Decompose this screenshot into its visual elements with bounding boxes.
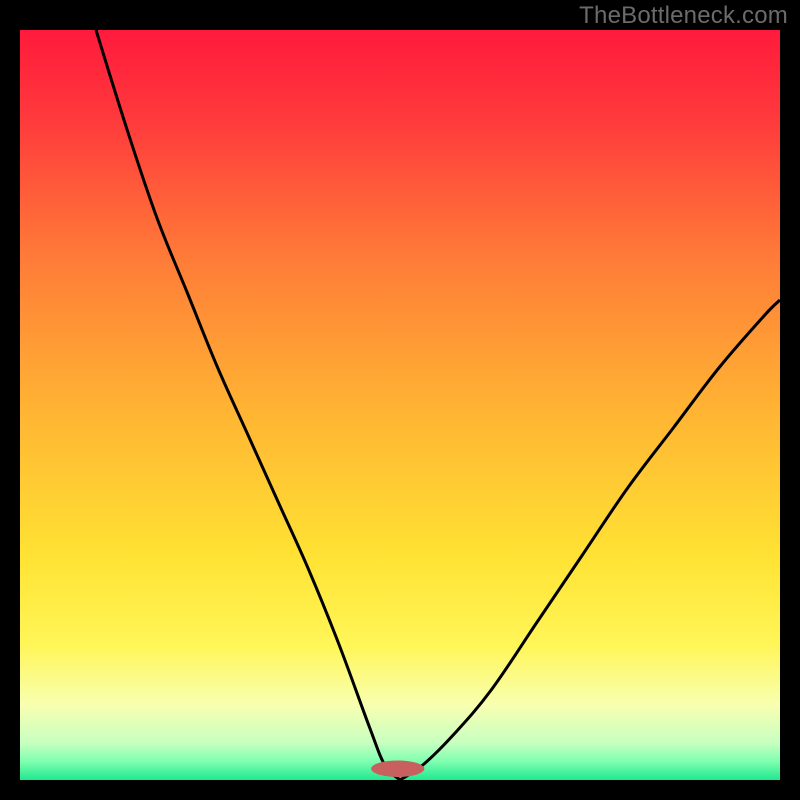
gradient-background [20,30,780,780]
sweet-spot-marker [371,761,424,778]
bottleneck-chart [20,30,780,780]
watermark-text: TheBottleneck.com [579,2,788,30]
plot-area [20,30,780,780]
chart-frame: TheBottleneck.com [0,0,800,800]
